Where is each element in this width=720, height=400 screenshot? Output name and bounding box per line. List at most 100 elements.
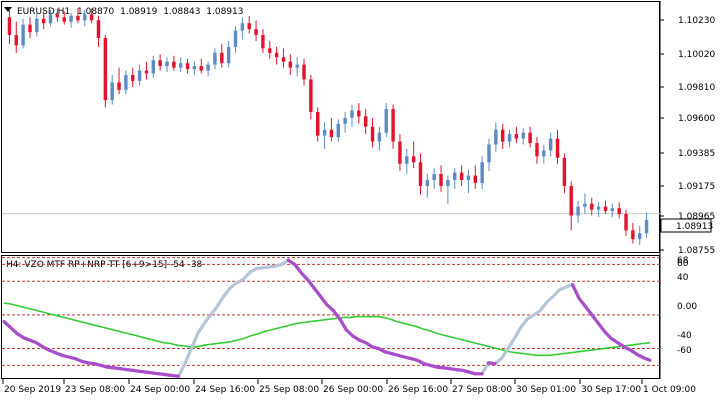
candle-body [473, 175, 478, 183]
candle-body [405, 156, 409, 164]
indicator-title: H4: VZO MTF RP+NRP TT [6+9>15] -54 -38 [6, 260, 203, 270]
candle-body [226, 46, 231, 64]
candle-body [240, 23, 245, 31]
price-high: 1.08919 [120, 7, 157, 17]
candle-body [117, 82, 121, 90]
current-price-label: 1.08913 [676, 222, 713, 232]
current-price-marker: 1.08913 [660, 218, 713, 233]
candle-body [261, 35, 265, 49]
candle-body [103, 38, 108, 101]
price-close: 1.08913 [206, 7, 243, 17]
price-scale-label: 1.09175 [678, 182, 715, 192]
time-label: 26 Sep 16:00 [388, 385, 448, 395]
candle-body [439, 174, 443, 186]
candle-body [596, 206, 601, 210]
candle-body [411, 156, 416, 163]
candle-body [459, 172, 464, 181]
candle-body [55, 14, 60, 18]
candle-body [14, 35, 18, 46]
candle-body [35, 18, 39, 33]
time-label: 25 Sep 08:00 [259, 385, 319, 395]
candle-body [137, 70, 142, 81]
candle-body [480, 162, 484, 183]
candle-body [343, 117, 347, 124]
candle-body [624, 214, 628, 231]
candle-body [569, 185, 573, 216]
candle-body [144, 70, 149, 74]
candle-body [302, 64, 306, 80]
candle-body [89, 14, 94, 21]
candle-body [350, 110, 354, 118]
candle-body [110, 82, 114, 101]
candle-body [576, 206, 580, 216]
price-low: 1.08843 [163, 7, 200, 17]
candle-body [542, 150, 546, 157]
price-scale-label: 1.09600 [678, 114, 715, 124]
candle-body [528, 132, 532, 144]
candle-body [562, 157, 567, 186]
candle-body [158, 60, 162, 67]
candle-body [131, 74, 135, 81]
price-open: 1.08870 [77, 7, 114, 17]
candle-body [295, 64, 299, 68]
candle-body [521, 132, 525, 139]
candle-body [638, 233, 642, 240]
candle-body [7, 17, 12, 36]
candle-body [583, 203, 587, 207]
time-label: 24 Sep 00:00 [130, 385, 190, 395]
candle-body [69, 15, 73, 22]
candle-body [432, 174, 436, 181]
candle-body [514, 134, 519, 139]
time-axis: 20 Sep 2019 23 Sep 08:00 24 Sep 00:00 24… [2, 379, 696, 395]
time-label: 30 Sep 17:00 [581, 385, 641, 395]
indicator-scale-label: -40 [677, 331, 692, 341]
candle-body [418, 162, 423, 186]
indicator-scale-label: -60 [677, 346, 692, 356]
candle-body [165, 61, 169, 67]
candle-body [363, 116, 368, 127]
candle-body [41, 18, 46, 24]
candle-body [494, 129, 498, 145]
price-scale-label: 1.08755 [678, 246, 715, 256]
vzo-highlight-segment [486, 361, 497, 366]
candle-body [96, 20, 101, 39]
candle-body [398, 141, 402, 164]
time-label: 27 Sep 08:00 [452, 385, 512, 395]
candle-body [610, 208, 615, 212]
candle-body [48, 14, 53, 24]
candle-body [213, 52, 217, 65]
candle-body [76, 15, 80, 21]
candle-body [590, 203, 594, 210]
candle-body [603, 206, 608, 212]
candle-body [391, 109, 395, 142]
time-label: 30 Sep 01:00 [516, 385, 576, 395]
candle-body [377, 132, 382, 142]
candle-body [555, 138, 560, 158]
time-label: 23 Sep 08:00 [65, 385, 125, 395]
candle-body [507, 134, 512, 142]
indicator-scale: 68 60 40 0.00 -40 -60 [677, 256, 697, 356]
time-label: 26 Sep 00:00 [323, 385, 383, 395]
candle-body [425, 180, 430, 186]
candle-body [254, 29, 258, 36]
candle-body [172, 61, 176, 68]
candle-body [185, 63, 190, 70]
candle-body [336, 123, 340, 138]
candle-body [316, 111, 320, 136]
price-scale-label: 1.09810 [678, 83, 715, 93]
candle-body [281, 57, 286, 62]
candle-body [617, 208, 621, 215]
candle-body [535, 143, 539, 157]
chart-window[interactable]: EURUSD,H1 1.08870 1.08919 1.08843 1.0891… [0, 0, 720, 400]
indicator-scale-label: 40 [677, 273, 689, 283]
candle-body [199, 66, 203, 71]
candle-body [62, 17, 66, 22]
candle-body [220, 52, 224, 64]
candle-body [274, 52, 279, 58]
candle-body [631, 230, 635, 240]
candle-body [500, 129, 505, 142]
candle-body [370, 126, 375, 142]
candle-body [329, 129, 334, 138]
candle-body [309, 79, 313, 112]
indicator-scale-label: 0.00 [677, 302, 697, 312]
